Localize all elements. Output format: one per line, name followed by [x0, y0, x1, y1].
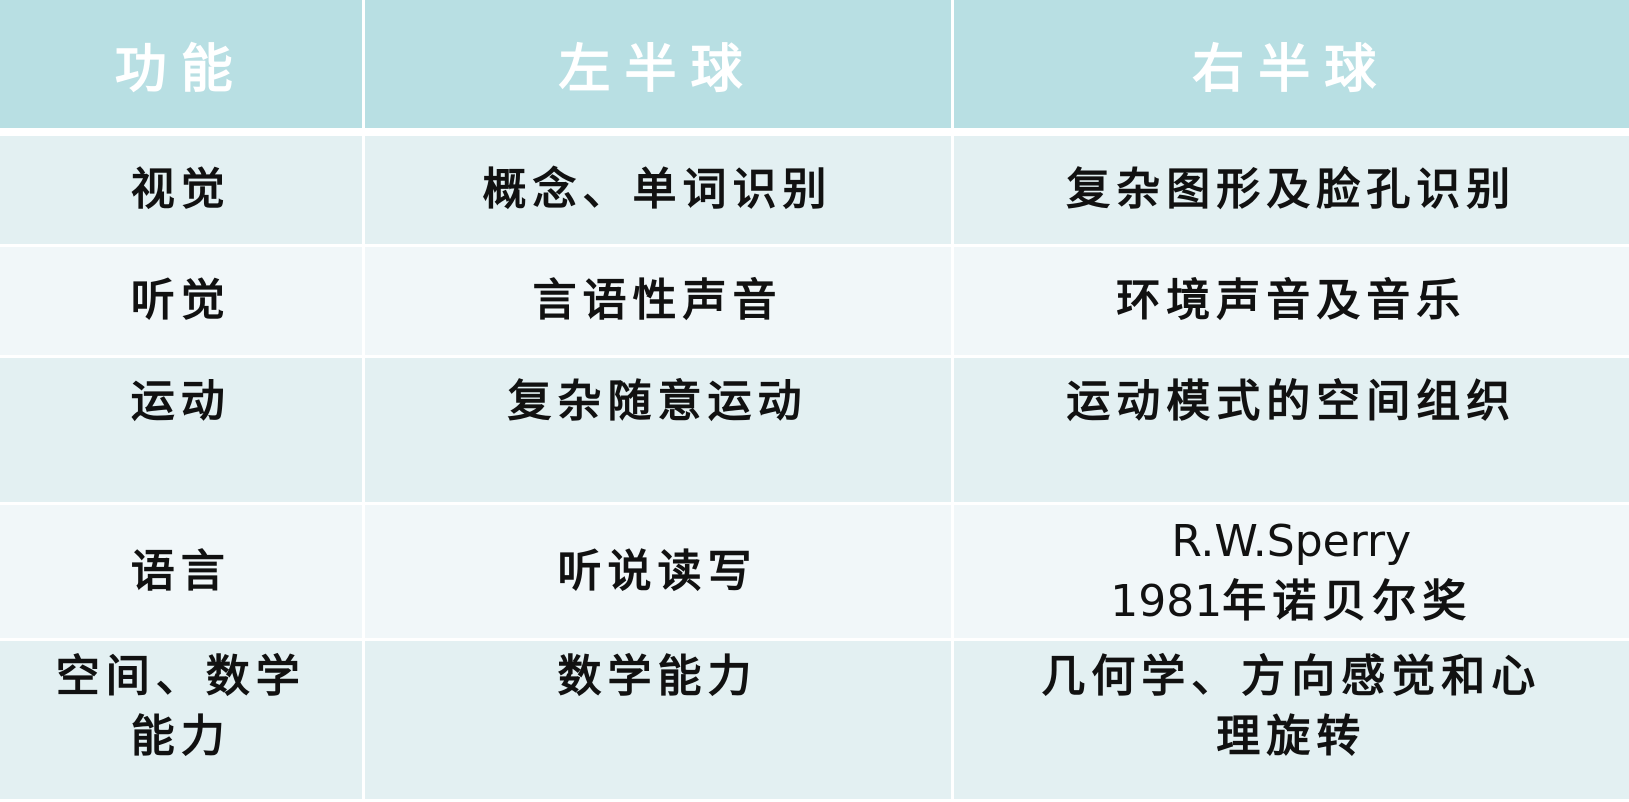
nobel-year: 1981 [1110, 576, 1222, 627]
cell-left: 言语性声音 [363, 246, 952, 357]
cell-function: 空间、数学 能力 [0, 640, 363, 801]
function-line-1: 空间、数学 [0, 647, 362, 707]
cell-right: 几何学、方向感觉和心 理旋转 [952, 640, 1629, 801]
cell-function: 语言 [0, 504, 363, 640]
nobel-text: 年诺贝尔奖 [1222, 576, 1472, 627]
hemisphere-function-table: 功能 左半球 右半球 视觉 概念、单词识别 复杂图形及脸孔识别 听觉 言语性声音… [0, 0, 1629, 799]
table-body: 视觉 概念、单词识别 复杂图形及脸孔识别 听觉 言语性声音 环境声音及音乐 运动… [0, 132, 1629, 801]
table-row: 语言 听说读写 R.W.Sperry 1981年诺贝尔奖 [0, 504, 1629, 640]
cell-right: 复杂图形及脸孔识别 [952, 132, 1629, 246]
function-line-2: 能力 [0, 707, 362, 767]
comparison-table: 功能 左半球 右半球 视觉 概念、单词识别 复杂图形及脸孔识别 听觉 言语性声音… [0, 0, 1629, 802]
cell-function: 运动 [0, 357, 363, 504]
cell-function: 视觉 [0, 132, 363, 246]
header-function: 功能 [0, 0, 363, 132]
right-line-1: 几何学、方向感觉和心 [954, 647, 1629, 707]
header-right-hemisphere: 右半球 [952, 0, 1629, 132]
nobel-line: 1981年诺贝尔奖 [954, 572, 1629, 632]
cell-right: R.W.Sperry 1981年诺贝尔奖 [952, 504, 1629, 640]
cell-right: 运动模式的空间组织 [952, 357, 1629, 504]
table-row: 运动 复杂随意运动 运动模式的空间组织 [0, 357, 1629, 504]
cell-right: 环境声音及音乐 [952, 246, 1629, 357]
cell-function: 听觉 [0, 246, 363, 357]
table-row: 视觉 概念、单词识别 复杂图形及脸孔识别 [0, 132, 1629, 246]
cell-left: 复杂随意运动 [363, 357, 952, 504]
header-row: 功能 左半球 右半球 [0, 0, 1629, 132]
header-left-hemisphere: 左半球 [363, 0, 952, 132]
sperry-name: R.W.Sperry [954, 512, 1629, 572]
cell-left: 听说读写 [363, 504, 952, 640]
table-header: 功能 左半球 右半球 [0, 0, 1629, 132]
right-line-2: 理旋转 [954, 707, 1629, 767]
cell-left: 概念、单词识别 [363, 132, 952, 246]
cell-left: 数学能力 [363, 640, 952, 801]
table-row: 听觉 言语性声音 环境声音及音乐 [0, 246, 1629, 357]
table-row: 空间、数学 能力 数学能力 几何学、方向感觉和心 理旋转 [0, 640, 1629, 801]
